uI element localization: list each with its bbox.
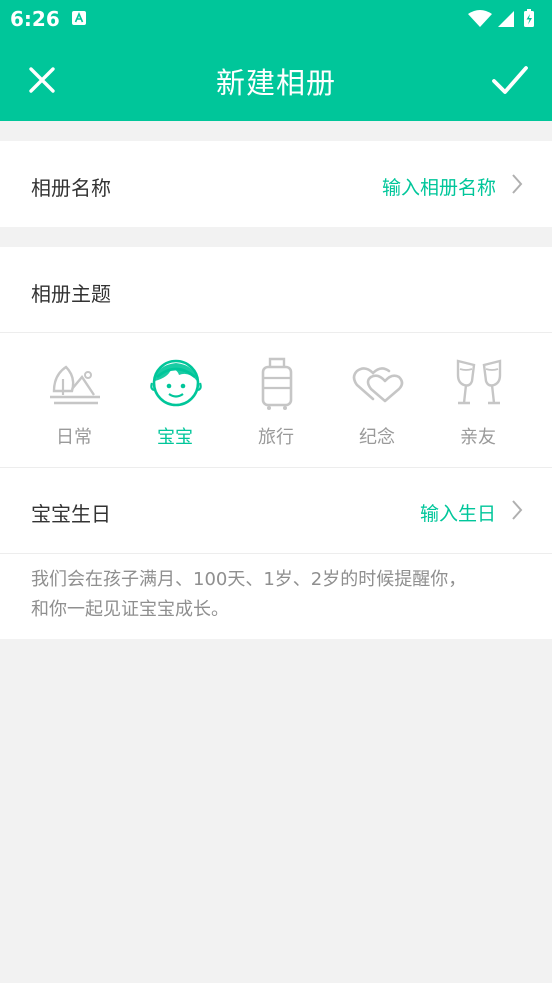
page-title: 新建相册 <box>215 66 336 100</box>
hint-line-2: 和你一起见证宝宝成长。 <box>31 599 229 620</box>
theme-option-memorial[interactable]: 纪念 <box>327 333 427 467</box>
theme-label-travel: 旅行 <box>258 427 294 448</box>
baby-face-icon <box>150 359 202 407</box>
landscape-icon <box>50 365 100 405</box>
hint-line-1: 我们会在孩子满月、100天、1岁、2岁的时候提醒你， <box>31 569 467 590</box>
suitcase-icon <box>261 357 293 410</box>
theme-label-family: 亲友 <box>460 427 496 448</box>
album-theme-label: 相册主题 <box>31 282 111 306</box>
battery-icon <box>524 9 534 27</box>
theme-option-travel[interactable]: 旅行 <box>226 333 326 467</box>
theme-label-daily: 日常 <box>56 427 92 448</box>
baby-birthday-input[interactable]: 输入生日 <box>420 499 496 526</box>
status-time: 6:26 <box>10 7 60 31</box>
theme-option-family[interactable]: 亲友 <box>428 333 528 467</box>
status-bar: 6:26 <box>0 0 552 36</box>
notification-a-icon <box>72 11 86 25</box>
baby-birthday-row[interactable]: 宝宝生日 输入生日 <box>0 468 552 553</box>
wifi-icon <box>468 10 492 27</box>
album-name-input[interactable]: 输入相册名称 <box>382 173 496 200</box>
album-name-row[interactable]: 相册名称 输入相册名称 <box>0 141 552 227</box>
hearts-icon <box>352 367 404 403</box>
chevron-right-icon <box>512 500 523 520</box>
theme-label-baby: 宝宝 <box>157 427 193 448</box>
signal-icon <box>498 11 514 27</box>
album-theme-row: 相册主题 <box>0 247 552 333</box>
toolbar: 新建相册 <box>0 36 552 121</box>
baby-birthday-label: 宝宝生日 <box>31 502 111 526</box>
status-icons <box>468 9 534 27</box>
cheers-glasses-icon <box>456 359 502 405</box>
album-name-label: 相册名称 <box>31 176 111 200</box>
theme-label-memorial: 纪念 <box>359 427 395 448</box>
theme-option-baby[interactable]: 宝宝 <box>125 333 225 467</box>
chevron-right-icon <box>512 174 523 194</box>
birthday-hint-text: 我们会在孩子满月、100天、1岁、2岁的时候提醒你， 和你一起见证宝宝成长。 <box>31 565 521 625</box>
check-icon[interactable] <box>488 58 532 102</box>
theme-option-daily[interactable]: 日常 <box>24 333 124 467</box>
theme-options: 日常 宝宝 旅行 纪念 亲友 <box>0 333 552 467</box>
